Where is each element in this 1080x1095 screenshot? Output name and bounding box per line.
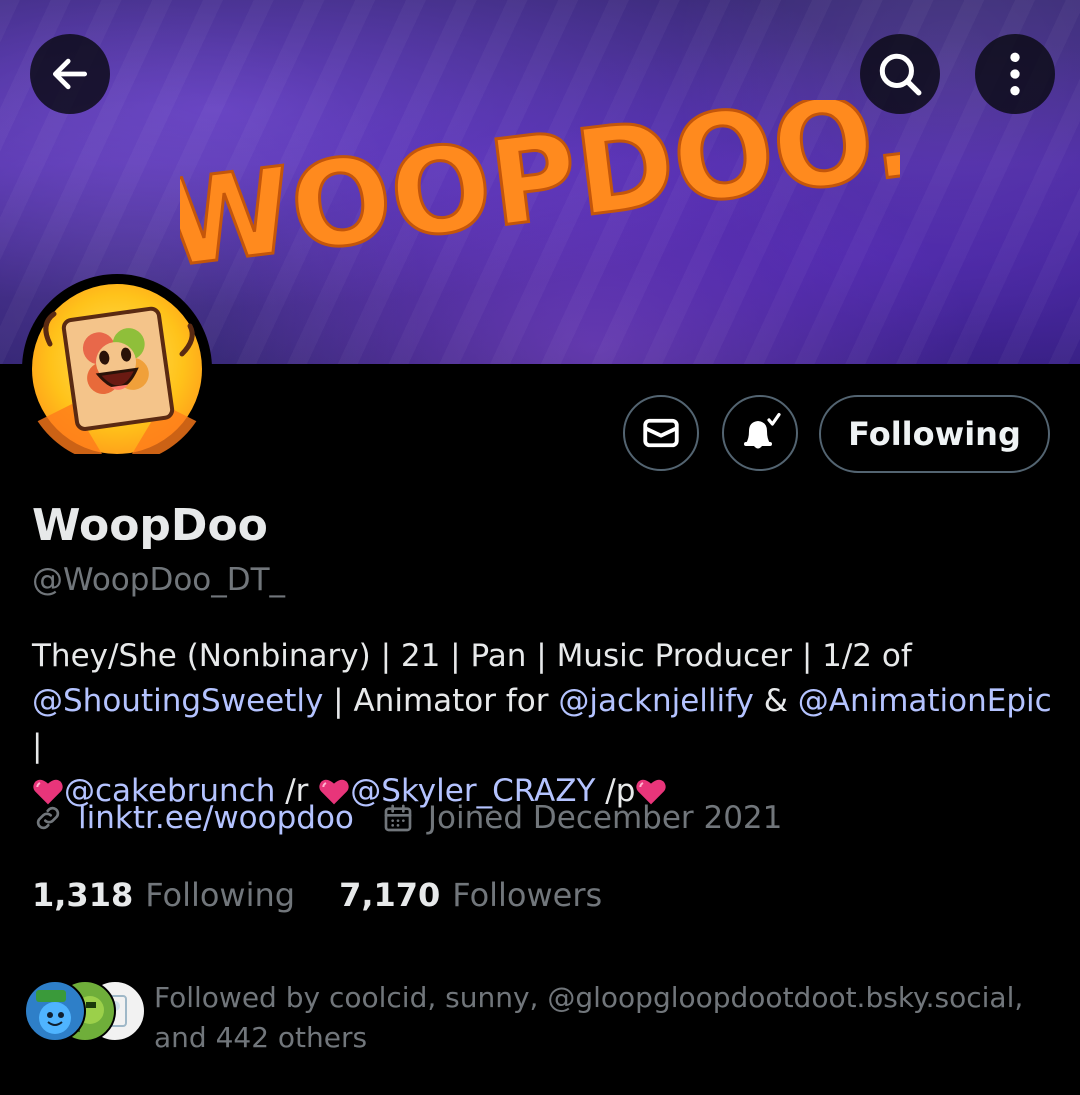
bio-mention-link[interactable]: @jacknjellify bbox=[558, 683, 754, 719]
joined-date: Joined December 2021 bbox=[427, 800, 783, 836]
link-icon bbox=[36, 806, 60, 830]
back-button[interactable] bbox=[30, 34, 110, 114]
calendar-icon bbox=[384, 804, 412, 832]
message-button[interactable] bbox=[623, 395, 699, 471]
mutual-avatar bbox=[24, 980, 86, 1042]
followers-count: 7,170 bbox=[339, 876, 441, 914]
followers-stat[interactable]: 7,170 Followers bbox=[339, 876, 602, 914]
bio-text: | bbox=[32, 728, 43, 764]
search-icon bbox=[879, 53, 922, 96]
following-count: 1,318 bbox=[32, 876, 134, 914]
banner-logo: WOOPDOO. bbox=[180, 100, 900, 270]
bio-text: & bbox=[753, 683, 798, 719]
avatar[interactable] bbox=[22, 274, 212, 464]
more-vertical-icon bbox=[1010, 52, 1020, 96]
followed-by-text: Followed by coolcid, sunny, @gloopgloopd… bbox=[154, 981, 1024, 1054]
following-stat[interactable]: 1,318 Following bbox=[32, 876, 295, 914]
website-link[interactable]: linktr.ee/woopdoo bbox=[78, 800, 354, 836]
handle: @WoopDoo_DT_ bbox=[32, 562, 286, 598]
bio-mention-link[interactable]: @ShoutingSweetly bbox=[32, 683, 323, 719]
bio-text: | Animator for bbox=[323, 683, 559, 719]
display-name: WoopDoo bbox=[32, 500, 268, 551]
envelope-icon bbox=[643, 418, 679, 448]
notifications-button[interactable] bbox=[722, 395, 798, 471]
arrow-left-icon bbox=[52, 58, 88, 90]
following-button[interactable]: Following bbox=[819, 395, 1050, 473]
bio: They/She (Nonbinary) | 21 | Pan | Music … bbox=[32, 634, 1057, 814]
banner-logo-text: WOOPDOO. bbox=[180, 100, 900, 270]
following-label: Following bbox=[145, 876, 296, 914]
bio-text: They/She (Nonbinary) | 21 | Pan | Music … bbox=[32, 638, 912, 674]
avatar-character-image bbox=[32, 284, 202, 454]
profile-meta: linktr.ee/woopdoo Joined December 2021 bbox=[32, 800, 782, 836]
search-button[interactable] bbox=[860, 34, 940, 114]
bio-mention-link[interactable]: @AnimationEpic bbox=[798, 683, 1052, 719]
more-button[interactable] bbox=[975, 34, 1055, 114]
follow-stats: 1,318 Following 7,170 Followers bbox=[32, 876, 602, 914]
mutual-avatars bbox=[24, 980, 146, 1042]
bell-check-icon bbox=[744, 413, 781, 449]
followers-label: Followers bbox=[452, 876, 603, 914]
